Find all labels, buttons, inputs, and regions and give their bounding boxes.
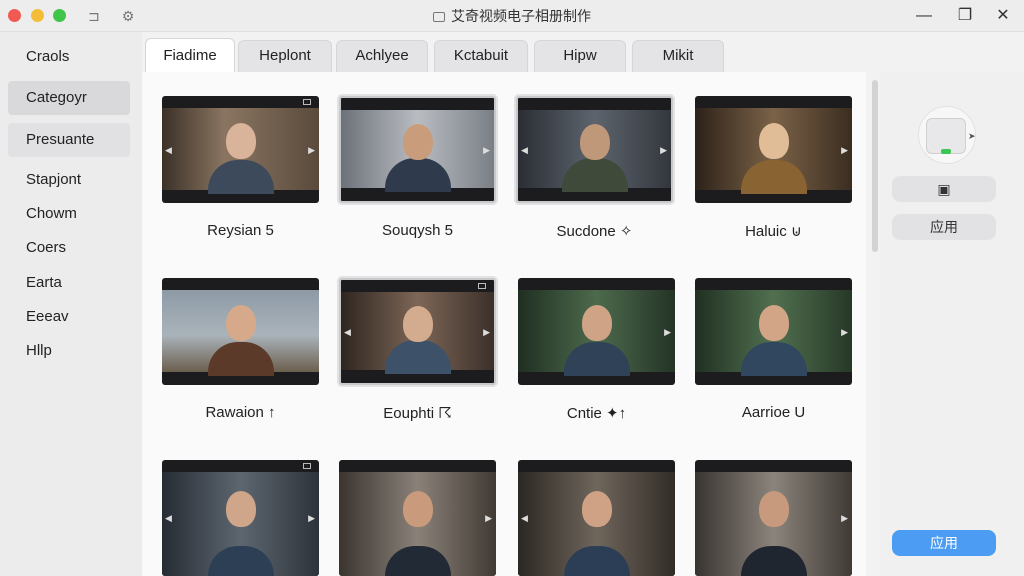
play-icon: ▶ xyxy=(308,145,315,156)
title-bar: ⊐ ⚙ 艾奇视频电子相册制作 — ❐ ✕ xyxy=(0,0,1024,32)
tab-fiadime[interactable]: Fiadime xyxy=(145,38,235,72)
template-card[interactable]: ▶ xyxy=(339,460,496,576)
play-icon: ▶ xyxy=(485,513,492,524)
template-thumbnail xyxy=(518,290,675,376)
close-button[interactable]: ✕ xyxy=(993,6,1013,26)
sidebar-item-eeeav[interactable]: Eeeav xyxy=(8,300,130,334)
template-card[interactable]: ▶ xyxy=(695,278,852,385)
pointer-icon: ➤ xyxy=(968,131,976,141)
template-thumbnail xyxy=(695,108,852,194)
template-card[interactable]: ▶ xyxy=(518,278,675,385)
apply-primary-button[interactable]: 应用 xyxy=(892,530,996,556)
prev-icon: ◀ xyxy=(521,513,528,524)
play-icon: ▶ xyxy=(308,513,315,524)
document-icon xyxy=(433,12,445,22)
template-thumbnail xyxy=(339,472,496,576)
frame-icon xyxy=(478,283,486,289)
vertical-scrollbar[interactable] xyxy=(872,80,878,252)
play-icon: ▶ xyxy=(483,327,490,338)
play-icon: ▶ xyxy=(664,327,671,338)
sidebar-item-earta[interactable]: Earta xyxy=(8,266,130,300)
template-caption: Rawaion ↑ xyxy=(205,404,276,421)
template-caption: Cntie ✦↑ xyxy=(566,405,627,422)
tab-kctabuit[interactable]: Kctabuit xyxy=(434,40,528,72)
sidebar-item-coers[interactable]: Coers xyxy=(8,231,130,265)
tab-hipw[interactable]: Hipw xyxy=(534,40,626,72)
template-caption: Sucdone ✧ xyxy=(556,223,633,240)
tab-achlyee[interactable]: Achlyee xyxy=(336,40,428,72)
tab-mikit[interactable]: Mikit xyxy=(632,40,724,72)
template-thumbnail xyxy=(695,290,852,376)
tab-heplont[interactable]: Heplont xyxy=(238,40,332,72)
device-preview-icon xyxy=(926,118,966,154)
image-icon: ▣ xyxy=(937,181,951,197)
minimize-button[interactable]: — xyxy=(914,6,934,26)
tab-bar: Fiadime Heplont Achlyee Kctabuit Hipw Mi… xyxy=(142,38,1024,72)
play-icon: ▶ xyxy=(841,145,848,156)
prev-icon: ◀ xyxy=(521,145,528,156)
sidebar-item-stapjont[interactable]: Stapjont xyxy=(8,163,130,197)
play-icon: ▶ xyxy=(660,145,667,156)
apply-button[interactable]: 应用 xyxy=(892,214,996,240)
template-card[interactable] xyxy=(162,278,319,385)
template-card[interactable]: ▶ xyxy=(695,460,852,576)
frame-icon xyxy=(303,99,311,105)
prev-icon: ◀ xyxy=(165,145,172,156)
template-caption: Reysian 5 xyxy=(207,222,274,239)
template-thumbnail xyxy=(518,472,675,576)
play-icon: ▶ xyxy=(841,513,848,524)
template-caption: Souqysh 5 xyxy=(382,222,453,239)
play-icon: ▶ xyxy=(841,327,848,338)
template-thumbnail xyxy=(162,472,319,576)
play-icon: ▶ xyxy=(483,145,490,156)
template-thumbnail xyxy=(695,472,852,576)
template-caption: Haluic ⊍ xyxy=(745,223,802,240)
template-thumbnail xyxy=(341,110,494,192)
image-option-button[interactable]: ▣ xyxy=(892,176,996,202)
template-thumbnail xyxy=(518,110,671,192)
prev-icon: ◀ xyxy=(344,327,351,338)
frame-icon xyxy=(303,463,311,469)
sidebar-item-chowm[interactable]: Chowm xyxy=(8,197,130,231)
sidebar-item-presuante[interactable]: Presuante xyxy=(8,123,130,157)
maximize-button[interactable]: ❐ xyxy=(955,6,975,26)
sidebar-item-craols[interactable]: Craols xyxy=(8,40,130,74)
template-card[interactable]: ▶ xyxy=(695,96,852,203)
sidebar-item-help[interactable]: Hllp xyxy=(8,334,130,368)
template-card[interactable]: ◀ ▶ xyxy=(162,460,319,576)
template-card-selected[interactable]: ▶ xyxy=(339,96,496,203)
template-card-selected[interactable]: ◀ ▶ xyxy=(339,278,496,385)
template-thumbnail xyxy=(162,108,319,194)
sidebar-item-category[interactable]: Categoyr xyxy=(8,81,130,115)
template-caption: Aarrioe U xyxy=(741,404,806,421)
template-thumbnail xyxy=(162,290,319,376)
template-caption: Eouphti ☈ xyxy=(383,405,452,422)
template-card-selected[interactable]: ◀ ▶ xyxy=(516,96,673,203)
window-title: 艾奇视频电子相册制作 xyxy=(451,8,591,24)
template-card[interactable]: ◀ xyxy=(518,460,675,576)
prev-icon: ◀ xyxy=(165,513,172,524)
template-card[interactable]: ◀ ▶ xyxy=(162,96,319,203)
template-thumbnail xyxy=(341,292,494,374)
